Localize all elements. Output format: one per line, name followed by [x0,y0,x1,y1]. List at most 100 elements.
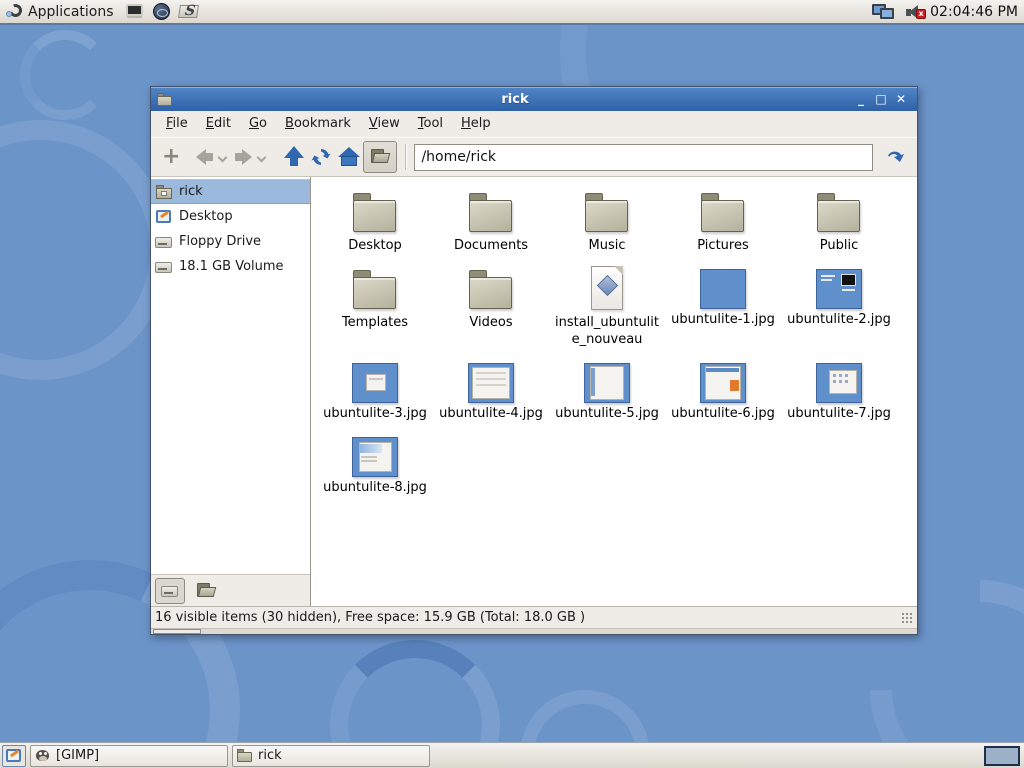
places-list: rickDesktopFloppy Drive 18.1 GB Volume [151,177,310,574]
menu-tool[interactable]: Tool [409,113,452,134]
home-folder-icon [155,184,173,200]
sidebar-item-desktop[interactable]: Desktop [151,204,310,229]
back-history-chevron-icon[interactable] [218,152,228,162]
refresh-button[interactable] [307,141,335,173]
titlebar[interactable]: rick _ □ ✕ [151,87,917,111]
files-grid: Desktop Documents Music Pictures Public Templ… [317,189,917,496]
script-file-icon [583,266,631,312]
file-item-ubuntulite-3-jpg[interactable]: ubuntulite-3.jpg [317,360,433,422]
file-label: ubuntulite-1.jpg [671,312,775,328]
applications-menu[interactable]: Applications [28,4,114,20]
sidebar-item-rick[interactable]: rick [151,179,310,204]
browser-launcher-icon[interactable] [151,2,173,22]
statusbar-text: 16 visible items (30 hidden), Free space… [155,610,585,625]
folder-icon [351,189,399,235]
sidebar-item-18-1-gb-volume[interactable]: 18.1 GB Volume [151,254,310,279]
task-button-gimp[interactable]: [GIMP] [30,745,228,767]
image-thumb-6 [700,363,746,403]
file-label: ubuntulite-7.jpg [787,406,891,422]
applications-menu-icon[interactable] [6,3,24,21]
new-tab-button[interactable]: + [159,141,183,173]
image-thumb-3 [352,363,398,403]
menubar: FileEditGoBookmarkViewToolHelp [151,111,917,137]
folder-icon [699,189,747,235]
file-item-public[interactable]: Public [781,189,897,254]
file-label: ubuntulite-6.jpg [671,406,775,422]
window-content: rickDesktopFloppy Drive18.1 GB Volume De… [151,177,917,606]
volume-muted-icon[interactable]: x [904,2,926,22]
workspace-pager[interactable] [984,746,1022,766]
directory-tree-pane-button[interactable] [191,578,221,604]
menu-help[interactable]: Help [452,113,500,134]
file-manager-window: rick _ □ ✕ FileEditGoBookmarkViewToolHel… [150,86,918,635]
file-item-ubuntulite-7-jpg[interactable]: ubuntulite-7.jpg [781,360,897,422]
desktop-icon [155,209,173,225]
image-thumb-2 [816,269,862,309]
show-desktop-button[interactable] [2,745,26,767]
folder-icon [351,266,399,312]
file-item-videos[interactable]: Videos [433,266,549,348]
toolbar-separator [405,144,406,170]
forward-button[interactable] [232,141,255,173]
statusbar: 16 visible items (30 hidden), Free space… [151,606,917,628]
task-button-rick[interactable]: rick [232,745,430,767]
home-button[interactable] [335,141,363,173]
paint-launcher-icon[interactable] [178,2,200,22]
file-label: Music [589,238,626,254]
menu-file[interactable]: File [157,113,197,134]
file-label: ubuntulite-4.jpg [439,406,543,422]
up-button[interactable] [281,141,307,173]
file-label: Templates [342,315,408,331]
menu-go[interactable]: Go [240,113,276,134]
go-button[interactable] [881,141,909,173]
file-item-pictures[interactable]: Pictures [665,189,781,254]
maximize-button[interactable]: □ [871,89,891,109]
file-item-documents[interactable]: Documents [433,189,549,254]
file-label: Pictures [697,238,748,254]
horizontal-scrollbar[interactable] [151,628,917,634]
file-item-templates[interactable]: Templates [317,266,433,348]
file-item-ubuntulite-8-jpg[interactable]: ubuntulite-8.jpg [317,434,433,496]
menu-edit[interactable]: Edit [197,113,240,134]
places-pane-button[interactable] [155,578,185,604]
folder-icon [815,189,863,235]
file-item-ubuntulite-6-jpg[interactable]: ubuntulite-6.jpg [665,360,781,422]
file-item-desktop[interactable]: Desktop [317,189,433,254]
side-pane-toggle-button[interactable] [363,141,397,173]
clock[interactable]: 02:04:46 PM [930,4,1018,20]
sidebar-item-label: 18.1 GB Volume [179,259,284,274]
side-pane-switcher [151,574,310,606]
menu-bookmark[interactable]: Bookmark [276,113,360,134]
file-item-ubuntulite-5-jpg[interactable]: ubuntulite-5.jpg [549,360,665,422]
minimize-button[interactable]: _ [851,89,871,109]
scrollbar-thumb[interactable] [153,629,201,634]
file-label: install_ubuntulite_nouveau [551,315,663,348]
resize-grip[interactable] [901,612,913,624]
terminal-launcher-icon[interactable] [124,2,146,22]
wallpaper-swirl [20,30,110,120]
file-view[interactable]: Desktop Documents Music Pictures Public Templ… [311,177,917,606]
drive-icon [155,234,173,250]
image-thumb-7 [816,363,862,403]
image-thumb-5 [584,363,630,403]
task-label: [GIMP] [56,748,99,763]
gimp-icon [35,749,51,763]
image-thumb-1 [700,269,746,309]
window-folder-icon [157,93,173,106]
file-item-music[interactable]: Music [549,189,665,254]
file-item-ubuntulite-1-jpg[interactable]: ubuntulite-1.jpg [665,266,781,348]
toolbar: + [151,137,917,177]
address-input[interactable] [414,144,873,171]
file-label: Documents [454,238,528,254]
desktop: Applications x 02:04:46 PM rick _ □ ✕ Fi… [0,0,1024,768]
file-item-ubuntulite-2-jpg[interactable]: ubuntulite-2.jpg [781,266,897,348]
file-item-ubuntulite-4-jpg[interactable]: ubuntulite-4.jpg [433,360,549,422]
menu-view[interactable]: View [360,113,409,134]
network-monitor-icon[interactable] [872,2,898,22]
close-button[interactable]: ✕ [891,89,911,109]
workspace-1[interactable] [984,746,1020,766]
forward-history-chevron-icon[interactable] [257,152,267,162]
sidebar-item-floppy-drive[interactable]: Floppy Drive [151,229,310,254]
file-item-install-ubuntulite-nouveau[interactable]: install_ubuntulite_nouveau [549,266,665,348]
back-button[interactable] [193,141,216,173]
